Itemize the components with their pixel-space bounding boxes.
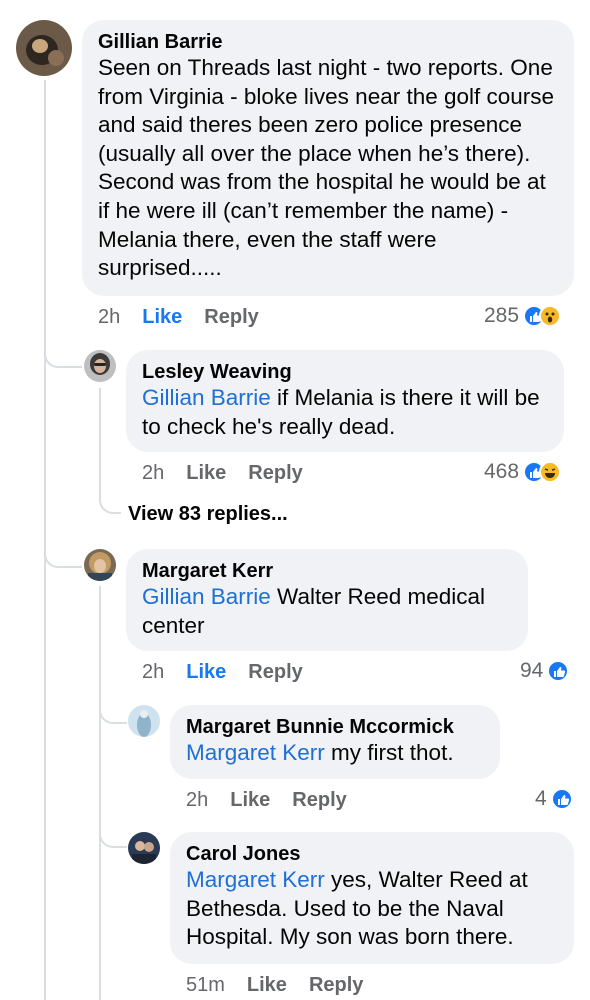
thread-connector-lesley xyxy=(44,320,82,368)
thread-line-lesley xyxy=(99,388,101,488)
avatar[interactable] xyxy=(128,832,160,864)
mention-link[interactable]: Margaret Kerr xyxy=(186,867,325,892)
reaction-summary[interactable]: 285 xyxy=(484,304,562,328)
reply-button[interactable]: Reply xyxy=(292,789,346,812)
thread-connector-view-replies xyxy=(99,480,121,514)
comment-text: Margaret Kerr my first thot. xyxy=(186,739,484,768)
reaction-count: 285 xyxy=(484,304,520,327)
comment-bubble: Gillian Barrie Seen on Threads last nigh… xyxy=(82,20,574,296)
thread-connector-margaret xyxy=(44,520,82,568)
avatar-couple-image xyxy=(128,832,160,864)
comment-timestamp[interactable]: 51m xyxy=(186,974,225,997)
like-button[interactable]: Like xyxy=(186,462,226,485)
reply-button[interactable]: Reply xyxy=(248,462,302,485)
avatar[interactable] xyxy=(16,20,72,76)
comment-text: Margaret Kerr yes, Walter Reed at Bethes… xyxy=(186,866,558,952)
wow-icon xyxy=(539,305,562,327)
reply-button[interactable]: Reply xyxy=(309,974,363,997)
avatar-dog-image xyxy=(16,20,72,76)
reaction-count: 468 xyxy=(484,460,520,483)
avatar[interactable] xyxy=(84,350,116,382)
comment-timestamp[interactable]: 2h xyxy=(142,661,164,684)
comment-author[interactable]: Margaret Kerr xyxy=(142,559,512,583)
haha-icon xyxy=(539,461,562,483)
comment-author[interactable]: Margaret Bunnie Mccormick xyxy=(186,715,484,739)
view-more-replies-link[interactable]: View 83 replies... xyxy=(128,503,288,526)
mention-link[interactable]: Gillian Barrie xyxy=(142,584,271,609)
avatar[interactable] xyxy=(84,549,116,581)
comment-text: Gillian Barrie Walter Reed medical cente… xyxy=(142,583,512,640)
comment-bubble: Margaret Kerr Gillian Barrie Walter Reed… xyxy=(126,549,528,651)
comment-actions: 2h Like Reply xyxy=(142,462,303,485)
comment-body: my first thot. xyxy=(324,740,454,765)
avatar-person-image xyxy=(84,350,116,382)
comment-bubble: Lesley Weaving Gillian Barrie if Melania… xyxy=(126,350,564,452)
comment-actions: 2h Like Reply xyxy=(98,306,259,329)
thread-line-margaret xyxy=(99,586,101,1000)
like-button[interactable]: Like xyxy=(142,306,182,329)
comment-timestamp[interactable]: 2h xyxy=(186,789,208,812)
mention-link[interactable]: Gillian Barrie xyxy=(142,385,271,410)
comment-bubble: Margaret Bunnie Mccormick Margaret Kerr … xyxy=(170,705,500,779)
comment-author[interactable]: Lesley Weaving xyxy=(142,360,548,384)
comment-text: Gillian Barrie if Melania is there it wi… xyxy=(142,384,548,441)
comment-timestamp[interactable]: 2h xyxy=(98,306,120,329)
avatar-statue-image xyxy=(128,705,160,737)
comment-bubble: Carol Jones Margaret Kerr yes, Walter Re… xyxy=(170,832,574,964)
reaction-count: 94 xyxy=(520,659,544,682)
comment-author[interactable]: Gillian Barrie xyxy=(98,30,558,54)
reply-button[interactable]: Reply xyxy=(248,661,302,684)
mention-link[interactable]: Margaret Kerr xyxy=(186,740,325,765)
like-button[interactable]: Like xyxy=(247,974,287,997)
reaction-summary[interactable]: 94 xyxy=(520,659,570,683)
comment-actions: 2h Like Reply xyxy=(142,661,303,684)
reaction-summary[interactable]: 4 xyxy=(535,787,573,811)
avatar-person-image xyxy=(84,549,116,581)
comment-timestamp[interactable]: 2h xyxy=(142,462,164,485)
comment-actions: 2h Like Reply xyxy=(186,789,347,812)
like-icon xyxy=(547,660,570,682)
thread-connector-carol xyxy=(99,814,127,848)
avatar[interactable] xyxy=(128,705,160,737)
comment-text: Seen on Threads last night - two reports… xyxy=(98,55,555,281)
like-icon xyxy=(550,788,573,810)
like-button[interactable]: Like xyxy=(186,661,226,684)
comment-actions: 51m Like Reply xyxy=(186,974,363,997)
reaction-summary[interactable]: 468 xyxy=(484,460,562,484)
reply-button[interactable]: Reply xyxy=(204,306,258,329)
comment-author[interactable]: Carol Jones xyxy=(186,842,558,866)
reaction-count: 4 xyxy=(535,787,547,810)
thread-connector-bunnie xyxy=(99,690,127,724)
like-button[interactable]: Like xyxy=(230,789,270,812)
